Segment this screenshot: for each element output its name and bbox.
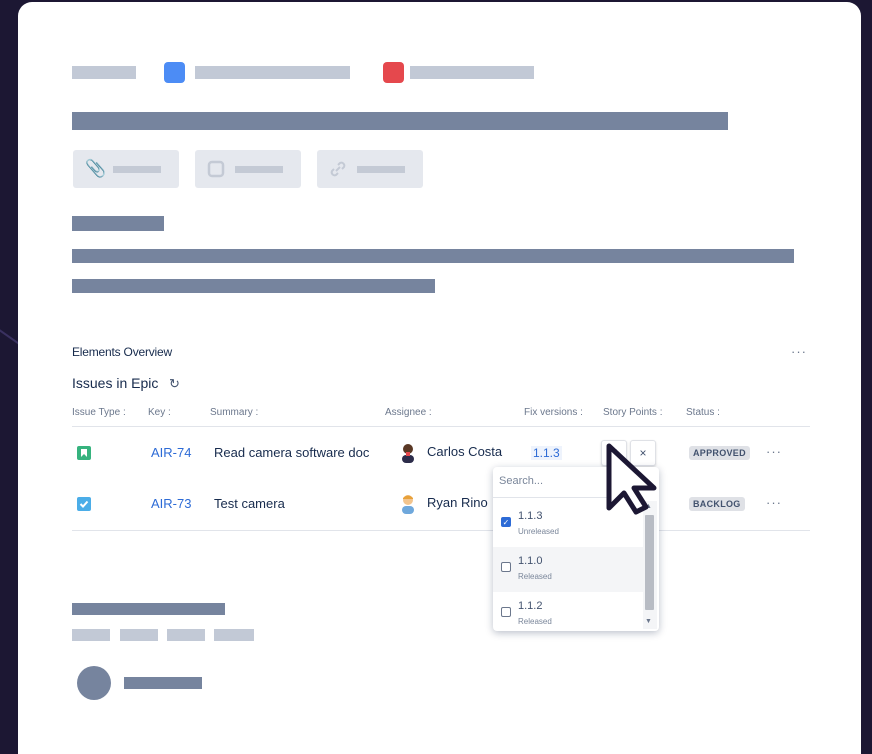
scrollbar-thumb[interactable]: [645, 515, 654, 610]
link-icon: [329, 160, 347, 178]
version-checkbox[interactable]: [501, 562, 511, 572]
version-state: Unreleased: [518, 527, 559, 536]
paperclip-icon: 📎: [85, 159, 107, 178]
issue-key[interactable]: AIR-74: [151, 445, 191, 460]
square-icon: [207, 160, 225, 178]
elements-overview-title: Elements Overview: [72, 345, 172, 359]
version-option-1-1-2[interactable]: 1.1.2 Released: [493, 592, 643, 631]
avatar: [398, 493, 418, 515]
issue-summary[interactable]: Read camera software doc: [214, 445, 369, 460]
issue-title-placeholder: [72, 112, 728, 130]
priority-placeholder: [410, 66, 534, 79]
priority-icon: [383, 62, 404, 83]
task-icon: [77, 497, 91, 511]
scroll-down-arrow-icon[interactable]: ▼: [645, 618, 652, 625]
footer-tag-placeholder: [214, 629, 254, 641]
version-state: Released: [518, 572, 552, 581]
refresh-icon[interactable]: ↻: [169, 376, 180, 392]
issue-type-placeholder: [195, 66, 350, 79]
attach-label-placeholder: [113, 166, 161, 173]
child-issue-label-placeholder: [235, 166, 283, 173]
link-label-placeholder: [357, 166, 405, 173]
version-label: 1.1.3: [518, 510, 543, 522]
version-search-input[interactable]: Search...: [499, 475, 543, 487]
issue-key[interactable]: AIR-73: [151, 496, 191, 511]
column-status[interactable]: Status :: [686, 407, 720, 418]
user-name-placeholder: [124, 677, 202, 689]
breadcrumb-placeholder: [72, 66, 136, 79]
table-bottom-divider: [72, 530, 810, 531]
version-state: Released: [518, 617, 552, 626]
child-issue-button[interactable]: [195, 150, 301, 188]
column-assignee[interactable]: Assignee :: [385, 407, 432, 418]
column-summary[interactable]: Summary :: [210, 407, 258, 418]
story-icon: [77, 446, 91, 460]
version-label: 1.1.2: [518, 600, 543, 612]
status-badge[interactable]: BACKLOG: [689, 497, 745, 511]
attach-button[interactable]: 📎: [73, 150, 179, 188]
avatar: [77, 666, 111, 700]
version-checkbox[interactable]: ✓: [501, 517, 511, 527]
issue-card: 📎 Elements Overview ··· Issues in Epic ↻…: [18, 2, 861, 754]
overview-more-button[interactable]: ···: [791, 344, 807, 359]
column-key[interactable]: Key :: [148, 407, 171, 418]
issue-type-icon: [164, 62, 185, 83]
row-more-button[interactable]: ···: [766, 444, 782, 459]
column-issue-type[interactable]: Issue Type :: [72, 407, 126, 418]
assignee-name: Ryan Rino: [427, 495, 488, 510]
footer-tag-placeholder: [72, 629, 110, 641]
description-heading-placeholder: [72, 216, 164, 231]
footer-tag-placeholder: [167, 629, 205, 641]
mouse-cursor-icon: [606, 443, 657, 515]
column-story-points[interactable]: Story Points :: [603, 407, 662, 418]
footer-heading-placeholder: [72, 603, 225, 615]
version-label: 1.1.0: [518, 555, 543, 567]
footer-tag-placeholder: [120, 629, 158, 641]
avatar: [398, 442, 418, 464]
row-more-button[interactable]: ···: [766, 495, 782, 510]
link-issue-button[interactable]: [317, 150, 423, 188]
assignee-name: Carlos Costa: [427, 444, 503, 459]
fix-version-value[interactable]: 1.1.3: [531, 446, 562, 460]
header-divider: [72, 426, 810, 427]
version-option-1-1-0[interactable]: 1.1.0 Released: [493, 547, 643, 592]
description-line-placeholder: [72, 249, 794, 263]
issues-in-epic-title: Issues in Epic: [72, 375, 159, 391]
description-line-placeholder: [72, 279, 435, 293]
column-fix-versions[interactable]: Fix versions :: [524, 407, 583, 418]
version-checkbox[interactable]: [501, 607, 511, 617]
issue-summary[interactable]: Test camera: [214, 496, 285, 511]
status-badge[interactable]: APPROVED: [689, 446, 750, 460]
